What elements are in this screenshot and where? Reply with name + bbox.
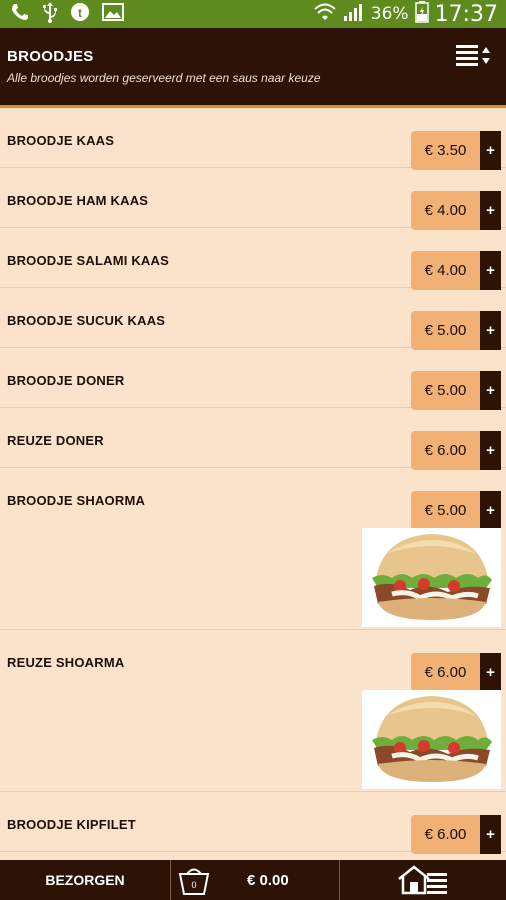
price-button[interactable]: € 5.00	[411, 491, 480, 530]
price-button[interactable]: € 4.00	[411, 191, 480, 230]
wifi-icon	[313, 2, 337, 26]
cart-button[interactable]: 0 € 0.00	[171, 860, 339, 900]
price-button[interactable]: € 4.00	[411, 251, 480, 290]
item-name: BROODJE KIPFILET	[7, 817, 136, 832]
svg-text:t: t	[78, 6, 82, 20]
battery-icon	[414, 1, 429, 27]
product-list[interactable]: BROODJE KAAS € 3.50 + BROODJE HAM KAAS €…	[0, 108, 506, 860]
usb-icon	[42, 1, 58, 28]
list-item: BROODJE HAM KAAS € 4.00 +	[0, 168, 506, 230]
sort-list-icon[interactable]	[454, 42, 492, 72]
price-button[interactable]: € 3.50	[411, 131, 480, 170]
page-header: BROODJES Alle broodjes worden geserveerd…	[0, 28, 506, 105]
add-button[interactable]: +	[480, 251, 501, 290]
add-button[interactable]: +	[480, 311, 501, 350]
add-button[interactable]: +	[480, 131, 501, 170]
item-name: BROODJE SALAMI KAAS	[7, 253, 169, 268]
item-name: BROODJE KAAS	[7, 133, 115, 148]
price-button[interactable]: € 6.00	[411, 815, 480, 854]
sandwich-image	[362, 690, 501, 789]
list-item: BROODJE SUCUK KAAS € 5.00 +	[0, 288, 506, 350]
list-item: BROODJE KIPFILET € 6.00 +	[0, 792, 506, 854]
battery-percentage: 36%	[370, 4, 409, 24]
list-item: REUZE DONER € 6.00 +	[0, 408, 506, 470]
add-button[interactable]: +	[480, 431, 501, 470]
home-menu-icon[interactable]	[340, 860, 506, 900]
chat-icon: t	[70, 2, 90, 27]
deliver-button[interactable]: BEZORGEN	[0, 860, 170, 900]
cart-total: € 0.00	[247, 871, 289, 889]
item-name: BROODJE HAM KAAS	[7, 193, 149, 208]
item-name: BROODJE SUCUK KAAS	[7, 313, 166, 328]
list-item: REUZE SHOARMA € 6.00 +	[0, 630, 506, 792]
bottom-bar: BEZORGEN 0 € 0.00	[0, 860, 506, 900]
price-button[interactable]: € 6.00	[411, 653, 480, 692]
add-button[interactable]: +	[480, 371, 501, 410]
clock: 17:37	[434, 1, 498, 27]
image-icon	[102, 2, 124, 27]
page-title: BROODJES	[7, 48, 94, 65]
cart-count: 0	[191, 880, 197, 890]
item-name: BROODJE SHAORMA	[7, 493, 146, 508]
status-bar: t 36% 17:37	[0, 0, 506, 28]
add-button[interactable]: +	[480, 491, 501, 530]
list-item: BROODJE SHAORMA € 5.00 +	[0, 468, 506, 630]
signal-icon	[343, 2, 365, 26]
page-subtitle: Alle broodjes worden geserveerd met een …	[7, 71, 321, 85]
item-name: BROODJE DONER	[7, 373, 125, 388]
add-button[interactable]: +	[480, 191, 501, 230]
phone-icon	[10, 2, 30, 27]
add-button[interactable]: +	[480, 815, 501, 854]
list-item: BROODJE SALAMI KAAS € 4.00 +	[0, 228, 506, 290]
list-item: BROODJE KAAS € 3.50 +	[0, 108, 506, 170]
basket-icon: 0	[177, 864, 211, 896]
price-button[interactable]: € 5.00	[411, 311, 480, 350]
add-button[interactable]: +	[480, 653, 501, 692]
price-button[interactable]: € 6.00	[411, 431, 480, 470]
price-button[interactable]: € 5.00	[411, 371, 480, 410]
item-name: REUZE DONER	[7, 433, 104, 448]
sandwich-image	[362, 528, 501, 627]
list-item: BROODJE DONER € 5.00 +	[0, 348, 506, 410]
item-name: REUZE SHOARMA	[7, 655, 125, 670]
